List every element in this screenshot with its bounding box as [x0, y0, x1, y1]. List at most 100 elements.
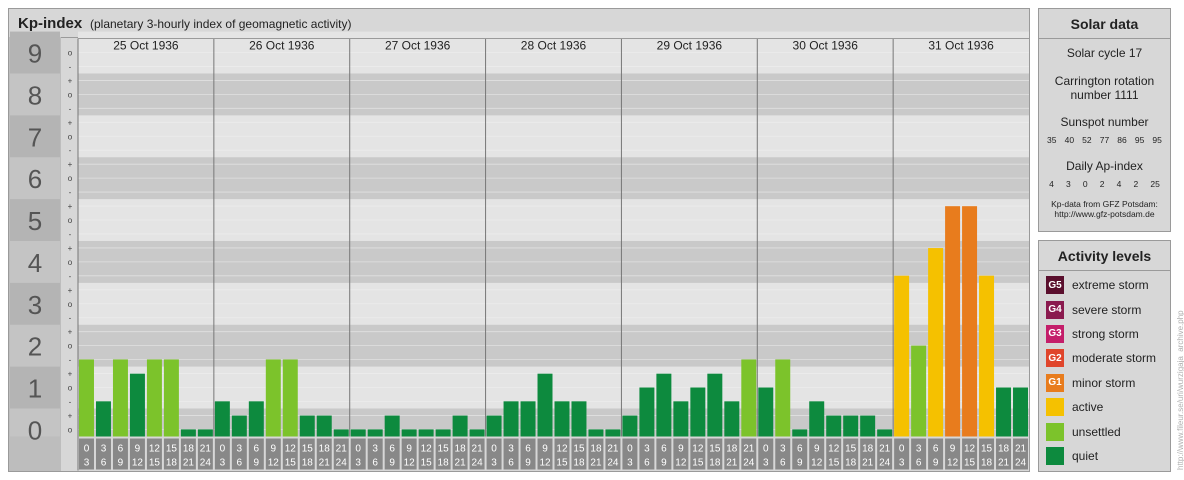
minor-tick-mark: +	[68, 286, 73, 295]
hour-start-label: 3	[780, 444, 786, 455]
activity-level-item: unsettled	[1039, 419, 1170, 443]
carrington-rotation-label: Carrington rotation	[1054, 74, 1155, 88]
ap-value: 3	[1065, 179, 1071, 189]
hour-end-label: 12	[539, 458, 551, 469]
day-label: 27 Oct 1936	[385, 39, 451, 53]
activity-level-swatch: G2	[1046, 349, 1064, 368]
kp-bar	[418, 429, 434, 437]
hour-start-label: 0	[763, 444, 769, 455]
kp-bar	[690, 387, 706, 437]
hour-end-label: 6	[237, 458, 243, 469]
ap-value: 2	[1099, 179, 1105, 189]
hour-end-label: 9	[525, 458, 531, 469]
ap-value: 4	[1116, 179, 1122, 189]
hour-end-label: 3	[220, 458, 226, 469]
kp-bar	[299, 415, 315, 437]
hour-end-label: 24	[1015, 458, 1027, 469]
hour-start-label: 12	[964, 444, 976, 455]
hour-start-label: 12	[285, 444, 297, 455]
activity-levels-title: Activity levels	[1039, 241, 1170, 271]
hour-end-label: 6	[780, 458, 786, 469]
kp-bar	[452, 415, 468, 437]
kp-bar	[571, 401, 587, 437]
data-source-link[interactable]: http://www.gfz-potsdam.de	[1039, 209, 1170, 219]
hour-start-label: 15	[845, 444, 857, 455]
ap-value: 2	[1133, 179, 1139, 189]
hour-start-label: 6	[389, 444, 395, 455]
kp-bar	[588, 429, 604, 437]
solar-data-title: Solar data	[1039, 9, 1170, 39]
hour-end-label: 9	[661, 458, 667, 469]
activity-level-item: G4 severe storm	[1039, 297, 1170, 321]
y-tick-label: 7	[28, 122, 42, 152]
hour-end-label: 3	[627, 458, 633, 469]
minor-tick-mark: -	[69, 314, 72, 323]
y-tick-label: 0	[28, 415, 42, 445]
sunspot-value: 77	[1099, 135, 1110, 145]
hour-end-label: 18	[438, 458, 450, 469]
activity-level-label: extreme storm	[1072, 278, 1149, 293]
ap-value: 25	[1150, 179, 1160, 189]
kp-bar	[537, 373, 553, 437]
minor-tick-mark: o	[68, 384, 73, 393]
hour-end-label: 6	[101, 458, 107, 469]
hour-start-label: 3	[101, 444, 107, 455]
minor-tick-mark: o	[68, 342, 73, 351]
hour-end-label: 21	[862, 458, 874, 469]
y-tick-label: 9	[28, 39, 42, 69]
y-tick-label: 4	[28, 248, 42, 278]
sunspot-value: 52	[1082, 135, 1092, 145]
kp-index-panel: Kp-index (planetary 3-hourly index of ge…	[8, 8, 1030, 472]
minor-tick-mark: -	[69, 62, 72, 71]
kp-bar	[860, 415, 876, 437]
ap-value: 0	[1082, 179, 1088, 189]
hour-start-label: 15	[166, 444, 178, 455]
hour-end-label: 18	[709, 458, 721, 469]
minor-tick-mark: +	[68, 118, 73, 127]
kp-bar	[316, 415, 332, 437]
kp-bar	[367, 429, 383, 437]
kp-bar	[775, 359, 791, 437]
day-label: 28 Oct 1936	[521, 39, 587, 53]
minor-tick-mark: o	[68, 258, 73, 267]
minor-tick-mark: +	[68, 202, 73, 211]
hour-end-label: 21	[183, 458, 195, 469]
minor-tick-mark: -	[69, 146, 72, 155]
activity-level-label: quiet	[1072, 448, 1099, 463]
hour-start-label: 15	[438, 444, 450, 455]
minor-tick-mark: -	[69, 356, 72, 365]
kp-bar	[741, 359, 757, 437]
kp-bar	[95, 401, 111, 437]
hour-start-label: 0	[220, 444, 226, 455]
minor-tick-mark: +	[68, 328, 73, 337]
hour-start-label: 18	[319, 444, 331, 455]
hour-end-label: 12	[947, 458, 959, 469]
hour-end-label: 3	[491, 458, 497, 469]
kp-bar	[911, 345, 927, 437]
hour-end-label: 24	[743, 458, 755, 469]
y-tick-label: 2	[28, 332, 42, 362]
sunspot-value: 35	[1047, 135, 1057, 145]
solar-data-panel: Solar data Solar cycle 17 Carrington rot…	[1038, 8, 1171, 232]
y-tick-label: 8	[28, 80, 42, 110]
kp-bar	[673, 401, 689, 437]
kp-bar	[350, 429, 366, 437]
hour-end-label: 18	[845, 458, 857, 469]
kp-bar	[486, 415, 502, 437]
kp-bar	[163, 359, 179, 437]
hour-end-label: 3	[84, 458, 90, 469]
kp-bar	[265, 359, 281, 437]
hour-end-label: 15	[556, 458, 568, 469]
hour-end-label: 6	[508, 458, 514, 469]
activity-level-item: G5 extreme storm	[1039, 273, 1170, 297]
hour-end-label: 3	[899, 458, 905, 469]
hour-end-label: 15	[421, 458, 433, 469]
kp-bar	[520, 401, 536, 437]
hour-start-label: 12	[556, 444, 568, 455]
activity-level-item: G2 moderate storm	[1039, 346, 1170, 370]
kp-bar	[622, 415, 638, 437]
y-tick-label: 6	[28, 164, 42, 194]
sunspot-value: 40	[1064, 135, 1075, 145]
hour-end-label: 12	[675, 458, 687, 469]
hour-end-label: 12	[811, 458, 823, 469]
